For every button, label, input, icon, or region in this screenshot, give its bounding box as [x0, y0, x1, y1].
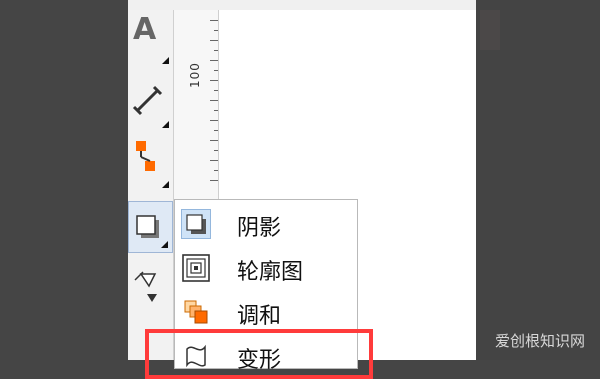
menu-item-label: 轮廓图	[237, 260, 304, 285]
menu-item-shadow[interactable]: 阴影	[175, 202, 357, 246]
shadow-icon	[136, 215, 159, 238]
dimension-icon	[132, 85, 163, 116]
connector-tool[interactable]	[128, 134, 173, 192]
shadow-tool[interactable]	[128, 201, 173, 253]
menu-item-label: 阴影	[237, 216, 282, 241]
tool-flyout-indicator	[161, 241, 168, 248]
text-a-icon: A	[133, 12, 157, 47]
menu-item-contour[interactable]: 轮廓图	[175, 246, 357, 290]
dimension-tool[interactable]	[128, 74, 173, 132]
right-panel	[476, 0, 600, 360]
drop-shadow-icon	[181, 209, 211, 239]
text-tool[interactable]: A	[128, 10, 173, 68]
connector-icon	[136, 141, 155, 171]
blend-icon	[184, 300, 208, 324]
menu-item-blend[interactable]: 调和	[175, 290, 357, 334]
toolbox: A	[128, 10, 174, 360]
menu-item-label: 调和	[237, 304, 282, 329]
contour-icon	[182, 254, 210, 282]
watermark: 爱创根知识网	[495, 332, 586, 350]
tool-flyout-indicator	[162, 57, 169, 64]
ruler-label: 100	[188, 62, 202, 88]
fill-tool[interactable]	[128, 264, 173, 322]
blurred-object	[480, 10, 500, 50]
fill-bucket-icon	[134, 271, 157, 302]
tool-flyout-indicator	[162, 181, 169, 188]
tool-flyout-indicator	[162, 121, 169, 128]
highlight-box	[145, 329, 373, 379]
